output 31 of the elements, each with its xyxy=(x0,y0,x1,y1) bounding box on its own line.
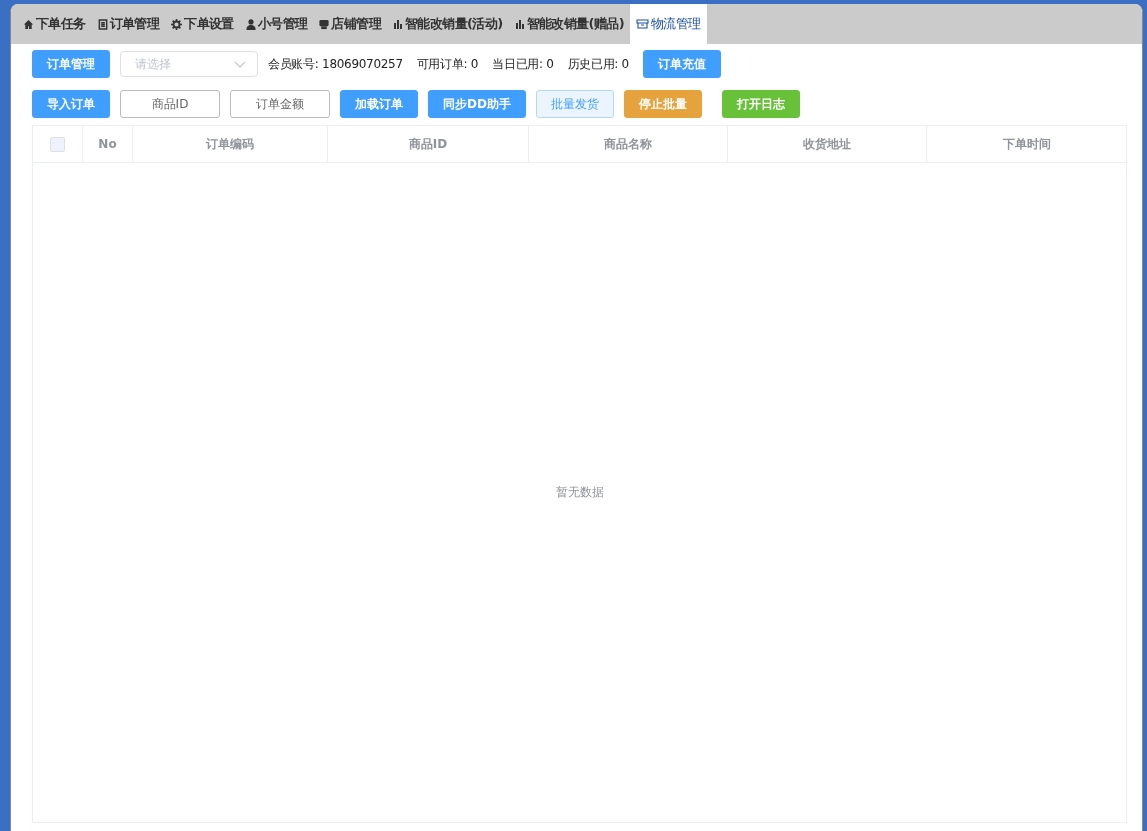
tab[interactable]: 物流管理 xyxy=(630,4,707,44)
account-stat: 历史已用: 0 xyxy=(567,55,629,73)
empty-message: 暂无数据 xyxy=(555,484,604,501)
column-header: 收货地址 xyxy=(728,126,927,162)
tab[interactable]: 智能改销量(活动) xyxy=(387,4,509,44)
box-icon xyxy=(636,19,649,29)
tab[interactable]: 下单设置 xyxy=(165,4,240,44)
document-icon xyxy=(97,18,108,30)
tab[interactable]: 智能改销量(赠品) xyxy=(508,4,630,44)
tab[interactable]: 小号管理 xyxy=(239,4,314,44)
tab[interactable]: 店铺管理 xyxy=(313,4,388,44)
action-button[interactable]: 商品ID xyxy=(120,90,220,118)
action-button[interactable]: 订单金额 xyxy=(230,90,330,118)
tab[interactable]: 下单任务 xyxy=(17,4,92,44)
store-icon xyxy=(319,18,330,30)
account-stat: 当日已用: 0 xyxy=(492,55,554,73)
bar-chart-icon xyxy=(393,19,404,29)
column-header: 订单编码 xyxy=(133,126,328,162)
account-stat: 可用订单: 0 xyxy=(416,55,479,73)
user-icon xyxy=(245,18,256,30)
settings-icon xyxy=(171,18,183,30)
chevron-down-icon xyxy=(234,61,246,68)
column-header: 商品ID xyxy=(328,126,529,162)
column-header: 下单时间 xyxy=(1001,135,1052,153)
tab[interactable]: 订单管理 xyxy=(91,4,166,44)
account-stat: 会员账号: 18069070257 xyxy=(268,55,403,73)
bar-chart-icon xyxy=(514,19,525,29)
column-header: No xyxy=(83,126,133,162)
column-header: 商品名称 xyxy=(529,126,728,162)
home-icon xyxy=(23,18,34,30)
select-all-checkbox[interactable] xyxy=(50,136,65,152)
